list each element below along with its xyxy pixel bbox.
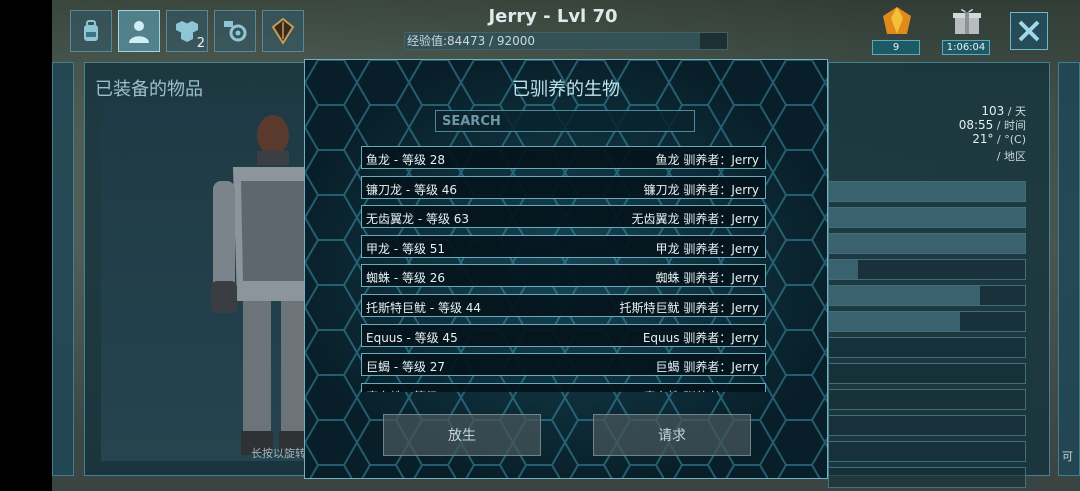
stat-bar-fill (829, 260, 859, 279)
creature-tamer: Equus 驯养者：Jerry (642, 330, 759, 345)
engrams-icon[interactable]: 2 (166, 10, 208, 52)
element-count: 9 (872, 40, 920, 55)
creature-name-level: 鱼龙 - 等级 28 (366, 153, 446, 167)
stat-bar (828, 337, 1026, 358)
stat-bar-fill (829, 208, 1025, 227)
temperature-stat: 21° / °(C) (972, 132, 1026, 146)
release-button[interactable]: 放生 (383, 414, 541, 456)
backpack-icon[interactable] (70, 10, 112, 52)
element-gem-icon (883, 7, 911, 34)
creature-list-item[interactable]: 巨蝎 - 等级 27 巨蝎 驯养者：Jerry (361, 353, 766, 377)
stat-bar-fill (829, 286, 980, 305)
stat-bar (828, 389, 1026, 410)
daily-gift[interactable]: 1:06:04 (942, 6, 992, 55)
creature-list-item[interactable]: 托斯特巨鱿 - 等级 44 托斯特巨鱿 驯养者：Jerry (361, 293, 766, 317)
stat-bar-fill (829, 234, 1025, 253)
element-currency[interactable]: 9 (872, 6, 922, 55)
stat-bar (828, 311, 1026, 332)
experience-bar: 经验值:84473 / 92000 (404, 32, 728, 50)
creature-name-level: 巨蝎 - 等级 27 (366, 360, 446, 375)
player-name-level: Jerry - Lvl 70 (488, 6, 618, 27)
temperature-label: / °(C) (997, 133, 1026, 146)
gift-box-icon (953, 9, 981, 34)
gift-timer: 1:06:04 (942, 40, 990, 55)
time-stat: 08:55 / 时间 (959, 117, 1026, 133)
stat-bar (828, 207, 1026, 228)
creature-name-level: 甲龙 - 等级 51 (366, 241, 446, 256)
stat-bar (828, 467, 1026, 488)
search-input[interactable] (435, 110, 695, 132)
creature-list-item[interactable]: 镰刀龙 - 等级 46 镰刀龙 驯养者：Jerry (361, 175, 766, 199)
screen-left-margin (0, 0, 52, 491)
creature-list-item[interactable]: 甲龙 - 等级 51 甲龙 驯养者：Jerry (361, 234, 766, 258)
creature-list[interactable]: 鱼龙 - 等级 28 鱼龙 驯养者：Jerry 镰刀龙 - 等级 46 镰刀龙 驯养者… (361, 146, 766, 392)
armored-character-figure (211, 115, 317, 455)
creature-name-level: 镰刀龙 - 等级 46 (366, 182, 458, 197)
creature-list-item[interactable]: 蜘蛛 - 等级 26 蜘蛛 驯养者：Jerry (361, 264, 766, 288)
creature-name-level: 无齿翼龙 - 等级 63 (366, 212, 470, 227)
claim-button[interactable]: 请求 (593, 414, 751, 456)
stat-bar (828, 233, 1026, 254)
stat-bar (828, 441, 1026, 462)
creature-list-item[interactable]: 魔鬼蛛 - 等级 24 魔鬼蛛 驯养者：Jerry (361, 382, 766, 392)
creature-list-item[interactable]: 鱼龙 - 等级 28 鱼龙 驯养者：Jerry (361, 146, 766, 169)
close-icon (1018, 20, 1040, 42)
creature-list-item[interactable]: Equus - 等级 45 Equus 驯养者：Jerry (361, 323, 766, 347)
tribe-emblem-icon[interactable] (262, 10, 304, 52)
inventory-tabs: 2 (70, 10, 304, 52)
left-edge-panel (52, 62, 74, 476)
right-edge-panel (1058, 62, 1080, 476)
creature-tamer: 巨蝎 驯养者：Jerry (655, 360, 760, 375)
equipped-items-title: 已装备的物品 (95, 79, 203, 100)
tamed-creatures-dialog: 已驯养的生物 鱼龙 - 等级 28 鱼龙 驯养者：Jerry 镰刀龙 - 等级 46… (304, 59, 828, 479)
temperature-value: 21° (972, 132, 994, 146)
creature-tamer: 托斯特巨鱿 驯养者：Jerry (619, 300, 760, 315)
creature-tamer: 镰刀龙 驯养者：Jerry (643, 182, 760, 197)
stat-bar (828, 285, 1026, 306)
creature-tamer: 甲龙 驯养者：Jerry (655, 241, 760, 256)
stat-bar (828, 363, 1026, 384)
engrams-count: 2 (196, 36, 205, 51)
creature-tamer: 蜘蛛 驯养者：Jerry (655, 271, 760, 286)
rotate-hint: 长按以旋转 (251, 447, 306, 460)
day-value: 103 (981, 104, 1005, 118)
stat-bar (828, 259, 1026, 280)
settings-gear-icon[interactable] (214, 10, 256, 52)
experience-text: 经验值:84473 / 92000 (407, 34, 536, 48)
equipped-items-panel: 已装备的物品 长按以旋转 (84, 62, 317, 476)
creature-name-level: 托斯特巨鱿 - 等级 44 (366, 300, 482, 315)
character-icon[interactable] (118, 10, 160, 52)
area-label: / 地区 (996, 150, 1026, 163)
creature-name-level: Equus - 等级 45 (366, 330, 458, 345)
time-label: / 时间 (996, 119, 1026, 132)
area-stat: / 地区 (997, 148, 1026, 164)
stat-bar-fill (829, 182, 1025, 201)
right-edge-label: 可 (1062, 450, 1073, 463)
creature-name-level: 蜘蛛 - 等级 26 (366, 271, 446, 286)
creature-tamer: 魔鬼蛛 驯养者：Jerry (644, 388, 760, 392)
time-value: 08:55 (958, 118, 994, 132)
creature-name-level: 魔鬼蛛 - 等级 24 (366, 388, 457, 392)
close-button[interactable] (1010, 12, 1048, 50)
stat-bar (828, 181, 1026, 202)
creature-tamer: 无齿翼龙 驯养者：Jerry (631, 212, 760, 227)
stat-bar-fill (829, 312, 961, 331)
stat-bar (828, 415, 1026, 436)
character-preview[interactable] (101, 101, 317, 461)
creature-list-item[interactable]: 无齿翼龙 - 等级 63 无齿翼龙 驯养者：Jerry (361, 205, 766, 229)
creature-tamer: 鱼龙 驯养者：Jerry (655, 153, 760, 167)
dialog-title: 已驯养的生物 (512, 79, 620, 100)
